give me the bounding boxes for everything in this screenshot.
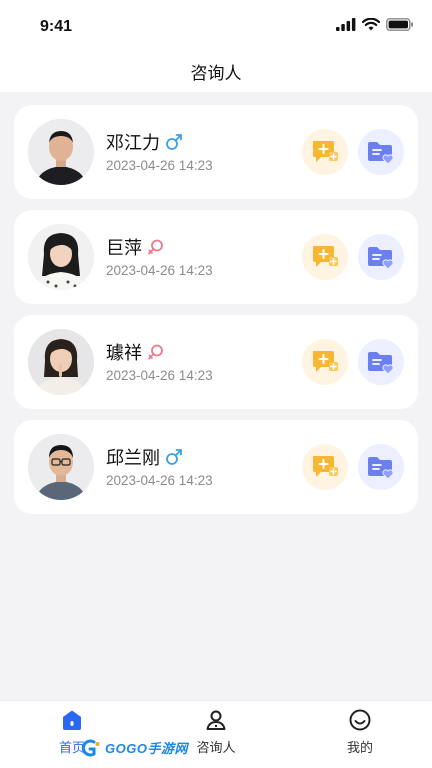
chat-add-icon: [313, 246, 338, 267]
consultant-name: 邓江力: [106, 133, 160, 153]
records-button[interactable]: [358, 234, 404, 280]
tab-bar: 首页 咨询人 我的: [0, 700, 432, 768]
chat-add-icon: [313, 351, 338, 372]
consult-time: 2023-04-26 14:23: [106, 473, 213, 488]
name-row: 邓江力: [106, 129, 183, 155]
male-icon: [166, 449, 182, 465]
tab-home[interactable]: 首页: [0, 701, 144, 768]
avatar: [28, 434, 94, 500]
watermark-text: GOGO手游网: [105, 741, 188, 756]
consultant-card[interactable]: 璩祥 2023-04-26 14:23: [14, 315, 418, 409]
consultant-list: 邓江力 2023-04-26 14:23 巨萍 2023-04-26 14:23…: [14, 105, 418, 525]
folder-heart-icon: [368, 457, 394, 480]
consultant-card[interactable]: 邓江力 2023-04-26 14:23: [14, 105, 418, 199]
add-consultation-button[interactable]: [302, 234, 348, 280]
female-icon: [148, 344, 163, 360]
consult-time: 2023-04-26 14:23: [106, 158, 213, 173]
records-button[interactable]: [358, 339, 404, 385]
signal-icon: [336, 18, 356, 31]
name-row: 邱兰刚: [106, 444, 183, 470]
tab-label: 我的: [346, 740, 373, 755]
gogo-logo-icon: [81, 739, 100, 756]
male-icon: [166, 134, 182, 150]
consultant-card[interactable]: 巨萍 2023-04-26 14:23: [14, 210, 418, 304]
consultant-name: 邱兰刚: [106, 448, 160, 468]
consult-time: 2023-04-26 14:23: [106, 263, 213, 278]
avatar: [28, 329, 94, 395]
name-row: 璩祥: [106, 339, 165, 365]
add-consultation-button[interactable]: [302, 339, 348, 385]
add-consultation-button[interactable]: [302, 444, 348, 490]
avatar: [28, 224, 94, 290]
folder-heart-icon: [368, 247, 394, 270]
consultant-card[interactable]: 邱兰刚 2023-04-26 14:23: [14, 420, 418, 514]
nav-bar: 咨询人: [0, 50, 432, 92]
page-title: 咨询人: [190, 64, 242, 83]
consultant-name: 巨萍: [106, 238, 142, 258]
tab-mine[interactable]: 我的: [288, 701, 432, 768]
battery-icon: [386, 18, 413, 31]
chat-add-icon: [313, 456, 338, 477]
home-icon: [63, 710, 81, 730]
folder-heart-icon: [368, 352, 394, 375]
smile-icon: [349, 709, 371, 731]
chat-add-icon: [313, 141, 338, 162]
consult-time: 2023-04-26 14:23: [106, 368, 213, 383]
tab-consultants[interactable]: 咨询人: [144, 701, 288, 768]
avatar: [28, 119, 94, 185]
person-icon: [206, 710, 226, 730]
tab-label: 咨询人: [196, 740, 236, 755]
status-time: 9:41: [40, 18, 73, 35]
name-row: 巨萍: [106, 234, 165, 260]
wifi-icon: [362, 18, 380, 31]
consultant-name: 璩祥: [106, 343, 142, 363]
female-icon: [148, 239, 163, 255]
add-consultation-button[interactable]: [302, 129, 348, 175]
records-button[interactable]: [358, 129, 404, 175]
status-bar: 9:41: [0, 0, 432, 50]
watermark: GOGO手游网: [80, 738, 188, 757]
records-button[interactable]: [358, 444, 404, 490]
status-icons: [336, 18, 414, 31]
folder-heart-icon: [368, 142, 394, 165]
